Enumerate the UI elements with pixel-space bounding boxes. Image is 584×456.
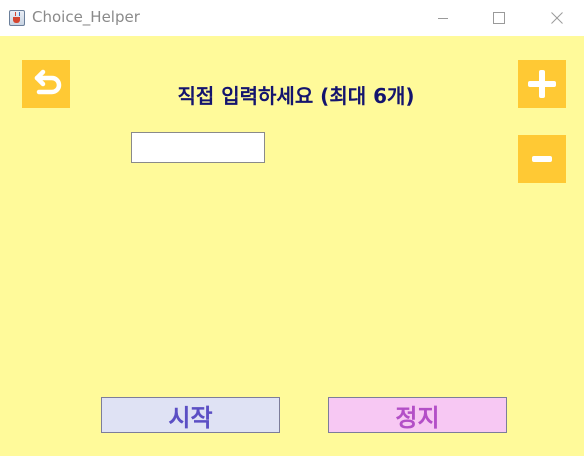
window-title: Choice_Helper bbox=[32, 8, 140, 26]
back-arrow-icon bbox=[34, 69, 62, 95]
stop-button[interactable]: 정지 bbox=[328, 397, 507, 433]
start-button[interactable]: 시작 bbox=[101, 397, 280, 433]
title-bar: Choice_Helper bbox=[0, 0, 584, 36]
close-icon bbox=[551, 12, 563, 24]
java-icon bbox=[9, 10, 25, 26]
maximize-button[interactable] bbox=[476, 0, 522, 36]
choice-input-field[interactable] bbox=[131, 132, 265, 163]
minimize-button[interactable] bbox=[420, 0, 466, 36]
stop-button-label: 정지 bbox=[395, 403, 440, 432]
add-choice-button[interactable] bbox=[518, 60, 566, 108]
close-button[interactable] bbox=[534, 0, 580, 36]
remove-choice-button[interactable] bbox=[518, 135, 566, 183]
start-button-label: 시작 bbox=[168, 403, 213, 432]
minimize-icon bbox=[438, 18, 448, 19]
page-title: 직접 입력하세요 (최대 6개) bbox=[177, 84, 415, 108]
maximize-icon bbox=[493, 12, 505, 24]
minus-icon bbox=[532, 156, 552, 162]
plus-icon bbox=[528, 70, 556, 98]
back-button[interactable] bbox=[22, 60, 70, 108]
main-panel: 직접 입력하세요 (최대 6개) 시작 정지 bbox=[0, 36, 584, 456]
